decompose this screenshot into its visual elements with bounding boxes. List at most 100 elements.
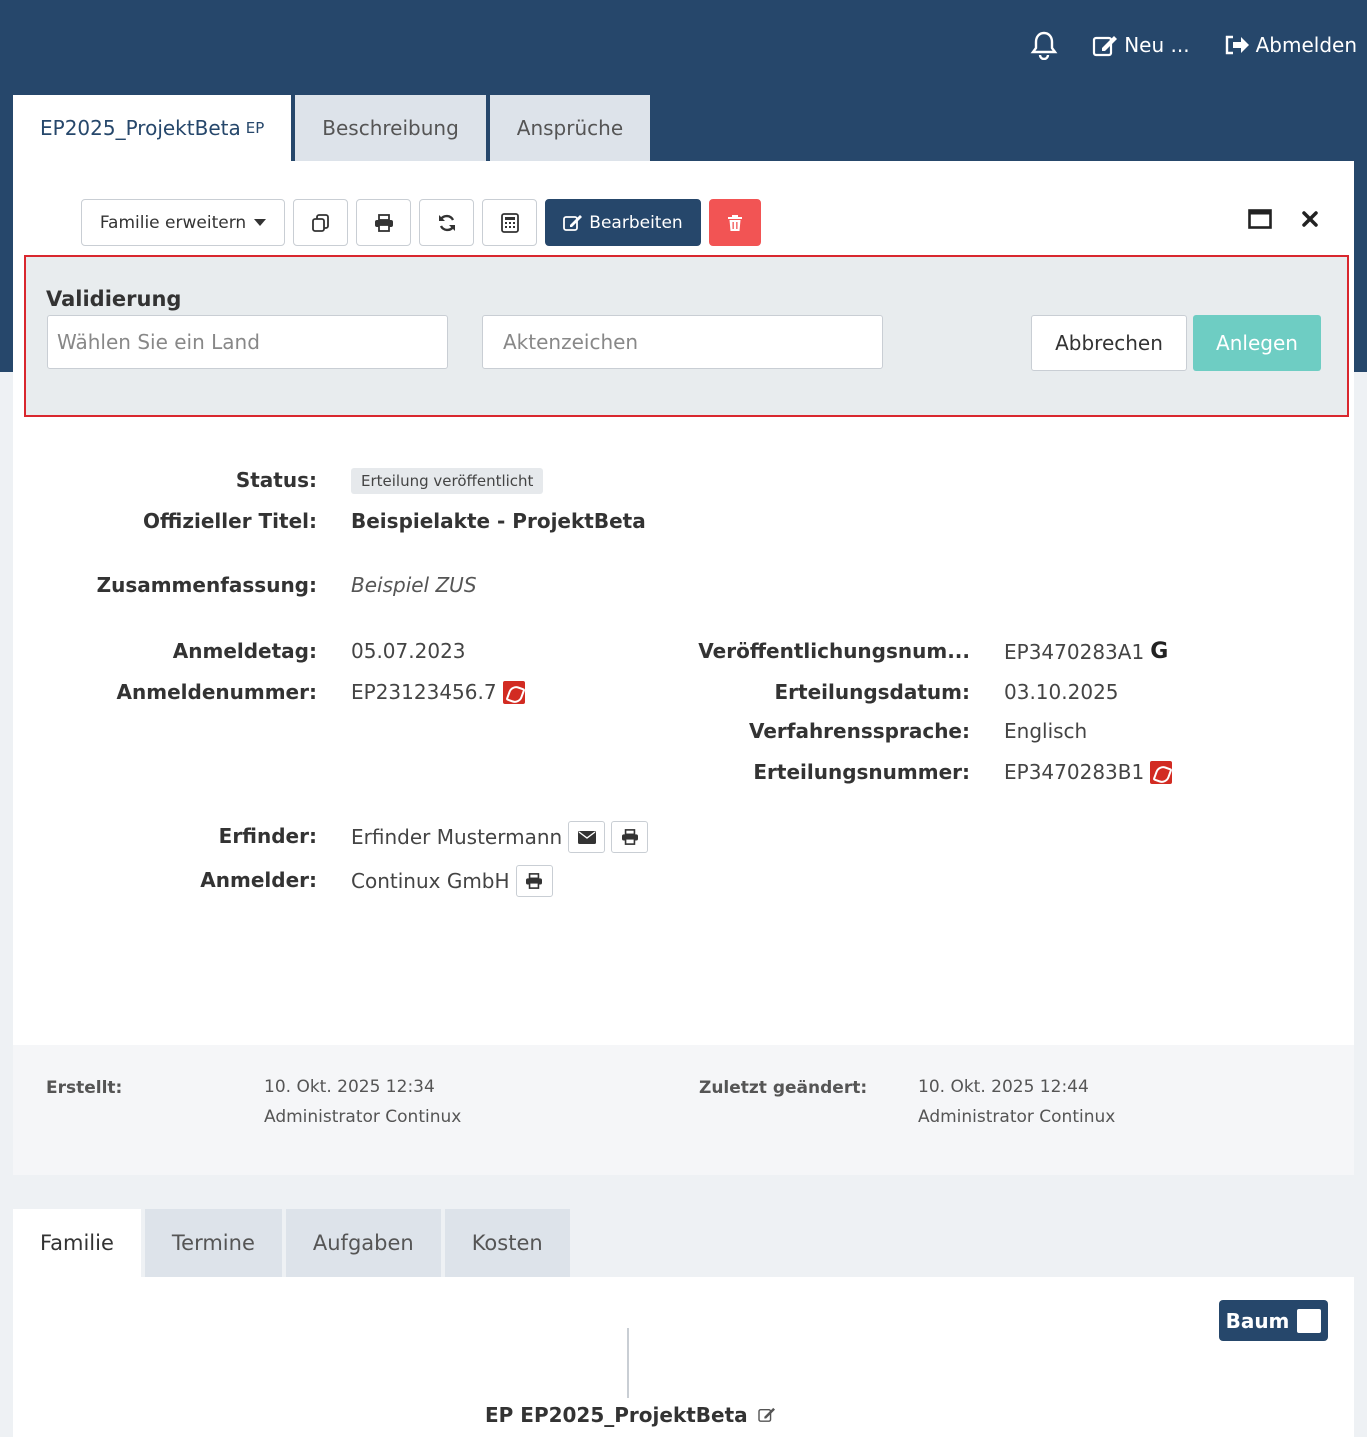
pdf-icon[interactable] [502,680,525,704]
tab-tasks[interactable]: Aufgaben [285,1209,441,1277]
new-menu-label: Neu ... [1124,33,1190,57]
delete-button[interactable] [709,199,761,246]
sign-out-icon [1225,35,1249,55]
record-meta: Erstellt: 10. Okt. 2025 12:34 Administra… [13,1045,1354,1175]
application-number-row: EP23123456.7 [351,680,525,704]
reference-input[interactable] [482,315,883,369]
edit-button-label: Bearbeiten [589,212,683,233]
tab-record-suffix: EP [245,119,265,137]
created-label: Erstellt: [46,1078,123,1098]
google-icon[interactable]: G [1150,639,1168,664]
tree-connector [627,1328,629,1398]
cancel-button[interactable]: Abbrechen [1031,315,1187,371]
publication-number-label: Veröffentlichungsnum... [698,639,970,663]
tab-costs[interactable]: Kosten [444,1209,570,1277]
calculator-button[interactable] [482,199,537,246]
modified-by: Administrator Continux [918,1107,1116,1127]
publication-number-value: EP3470283A1 [1004,639,1145,664]
grant-number-row: EP3470283B1 [1004,760,1173,784]
applicant-value: Continux GmbH [351,869,510,893]
print-applicant-button[interactable] [515,865,553,897]
checkbox-icon [1297,1308,1322,1333]
close-icon[interactable] [1302,211,1318,227]
create-button[interactable]: Anlegen [1193,315,1321,371]
application-number-value: EP23123456.7 [351,680,497,704]
summary-value: Beispiel ZUS [351,573,477,597]
validation-title: Validierung [46,287,182,311]
language-value: Englisch [1004,719,1088,743]
print-button[interactable] [356,199,411,246]
application-number-label: Anmeldenummer: [116,680,317,704]
country-select[interactable] [47,315,448,369]
refresh-icon [438,214,455,231]
refresh-button[interactable] [419,199,474,246]
logout-label: Abmelden [1255,33,1357,57]
trash-icon [728,214,742,231]
official-title-label: Offizieller Titel: [143,509,317,533]
official-title-value: Beispielakte - ProjektBeta [351,509,646,533]
print-inventor-button[interactable] [611,821,649,853]
edit-button[interactable]: Bearbeiten [545,199,701,246]
modified-label: Zuletzt geändert: [699,1078,868,1098]
applicant-row: Continux GmbH [351,865,553,897]
family-node[interactable]: EP EP2025_ProjektBeta [485,1403,776,1427]
top-nav: Neu ... Abmelden [1030,30,1357,60]
inventor-row: Erfinder Mustermann [351,821,649,853]
grant-number-value: EP3470283B1 [1004,760,1145,784]
family-tree-area: Baum EP EP2025_ProjektBeta [13,1277,1354,1437]
grant-date-value: 03.10.2025 [1004,680,1119,704]
filing-date-label: Anmeldetag: [172,639,317,663]
tab-description[interactable]: Beschreibung [295,95,486,161]
tree-toggle[interactable]: Baum [1219,1300,1328,1341]
new-menu[interactable]: Neu ... [1092,33,1190,57]
print-icon [526,873,543,889]
caret-down-icon [254,218,267,226]
validation-form: Validierung Abbrechen Anlegen [24,255,1349,417]
detail-tabs: Familie Termine Aufgaben Kosten [13,1209,570,1277]
grant-date-label: Erteilungsdatum: [774,680,970,704]
pdf-icon[interactable] [1150,760,1173,784]
status-value-wrap: Erteilung veröffentlicht [351,468,544,494]
created-info: 10. Okt. 2025 12:34 Administrator Contin… [264,1072,461,1132]
modified-info: 10. Okt. 2025 12:44 Administrator Contin… [918,1072,1115,1132]
language-label: Verfahrenssprache: [748,719,970,743]
publication-number-row: EP3470283A1 G [1004,639,1168,664]
copy-icon [311,213,329,232]
copy-button[interactable] [293,199,348,246]
inventor-label: Erfinder: [218,824,317,848]
calculator-icon [500,212,519,233]
maximize-icon[interactable] [1248,209,1272,229]
created-date: 10. Okt. 2025 12:34 [264,1077,435,1097]
created-by: Administrator Continux [264,1107,462,1127]
tree-toggle-label: Baum [1225,1308,1290,1333]
email-inventor-button[interactable] [568,821,606,853]
tab-record-label: EP2025_ProjektBeta [40,116,241,140]
record-toolbar: Familie erweitern Bearbeiten [81,199,761,246]
logout-link[interactable]: Abmelden [1224,33,1357,57]
tab-claims[interactable]: Ansprüche [489,95,651,161]
family-node-label: EP EP2025_ProjektBeta [485,1403,748,1427]
inventor-value: Erfinder Mustermann [351,825,563,849]
summary-label: Zusammenfassung: [96,573,317,597]
filing-date-value: 05.07.2023 [351,639,466,663]
bell-icon[interactable] [1030,30,1058,60]
print-icon [621,829,638,845]
applicant-label: Anmelder: [200,868,317,892]
tab-family[interactable]: Familie [13,1209,141,1277]
extend-family-dropdown[interactable]: Familie erweitern [81,199,285,246]
edit-icon [1093,36,1118,57]
tab-deadlines[interactable]: Termine [144,1209,282,1277]
edit-icon[interactable] [757,1407,776,1423]
extend-family-label: Familie erweitern [99,212,247,233]
tab-record[interactable]: EP2025_ProjektBeta EP [13,95,292,161]
status-badge: Erteilung veröffentlicht [351,468,544,494]
modified-date: 10. Okt. 2025 12:44 [918,1077,1089,1097]
record-tabs: EP2025_ProjektBeta EP Beschreibung Anspr… [13,95,651,161]
envelope-icon [577,830,596,844]
print-icon [374,213,393,232]
tab-description-label: Beschreibung [322,116,459,140]
edit-icon [563,214,583,231]
tab-claims-label: Ansprüche [516,116,624,140]
window-controls [1248,209,1318,229]
grant-number-label: Erteilungsnummer: [753,760,970,784]
